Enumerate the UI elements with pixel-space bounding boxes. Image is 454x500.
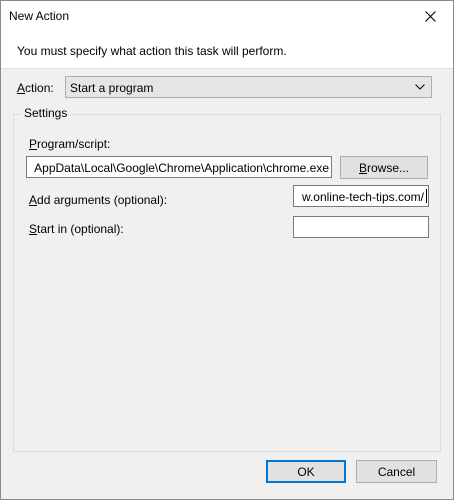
program-script-input[interactable]: AppData\Local\Google\Chrome\Application\… [26, 156, 332, 178]
program-script-value: AppData\Local\Google\Chrome\Application\… [34, 161, 329, 175]
close-icon [424, 11, 436, 22]
action-selected-value: Start a program [70, 81, 154, 95]
action-dropdown[interactable]: Start a program [65, 76, 432, 98]
start-in-label: Start in (optional): [29, 222, 124, 236]
cancel-button[interactable]: Cancel [356, 460, 437, 483]
browse-button-label: Browse... [358, 160, 410, 175]
window-title: New Action [9, 9, 70, 23]
add-arguments-label: Add arguments (optional): [29, 193, 168, 207]
chevron-down-icon [415, 84, 425, 90]
new-action-dialog: New Action You must specify what action … [0, 0, 454, 500]
title-bar: New Action [1, 1, 453, 32]
action-label: Action: [17, 81, 54, 95]
program-script-label: Program/script: [29, 137, 111, 151]
add-arguments-input[interactable]: w.online-tech-tips.com/ [293, 185, 429, 207]
ok-button-label: OK [297, 464, 315, 479]
add-arguments-value: w.online-tech-tips.com/ [301, 190, 424, 204]
ok-button[interactable]: OK [266, 460, 346, 483]
instruction-text: You must specify what action this task w… [17, 44, 287, 58]
browse-button[interactable]: Browse... [340, 156, 428, 179]
close-button[interactable] [407, 1, 453, 32]
text-cursor [426, 189, 427, 203]
instruction-area: You must specify what action this task w… [1, 32, 453, 69]
start-in-input[interactable] [293, 216, 429, 238]
settings-group-title: Settings [21, 106, 71, 120]
cancel-button-label: Cancel [377, 464, 416, 479]
